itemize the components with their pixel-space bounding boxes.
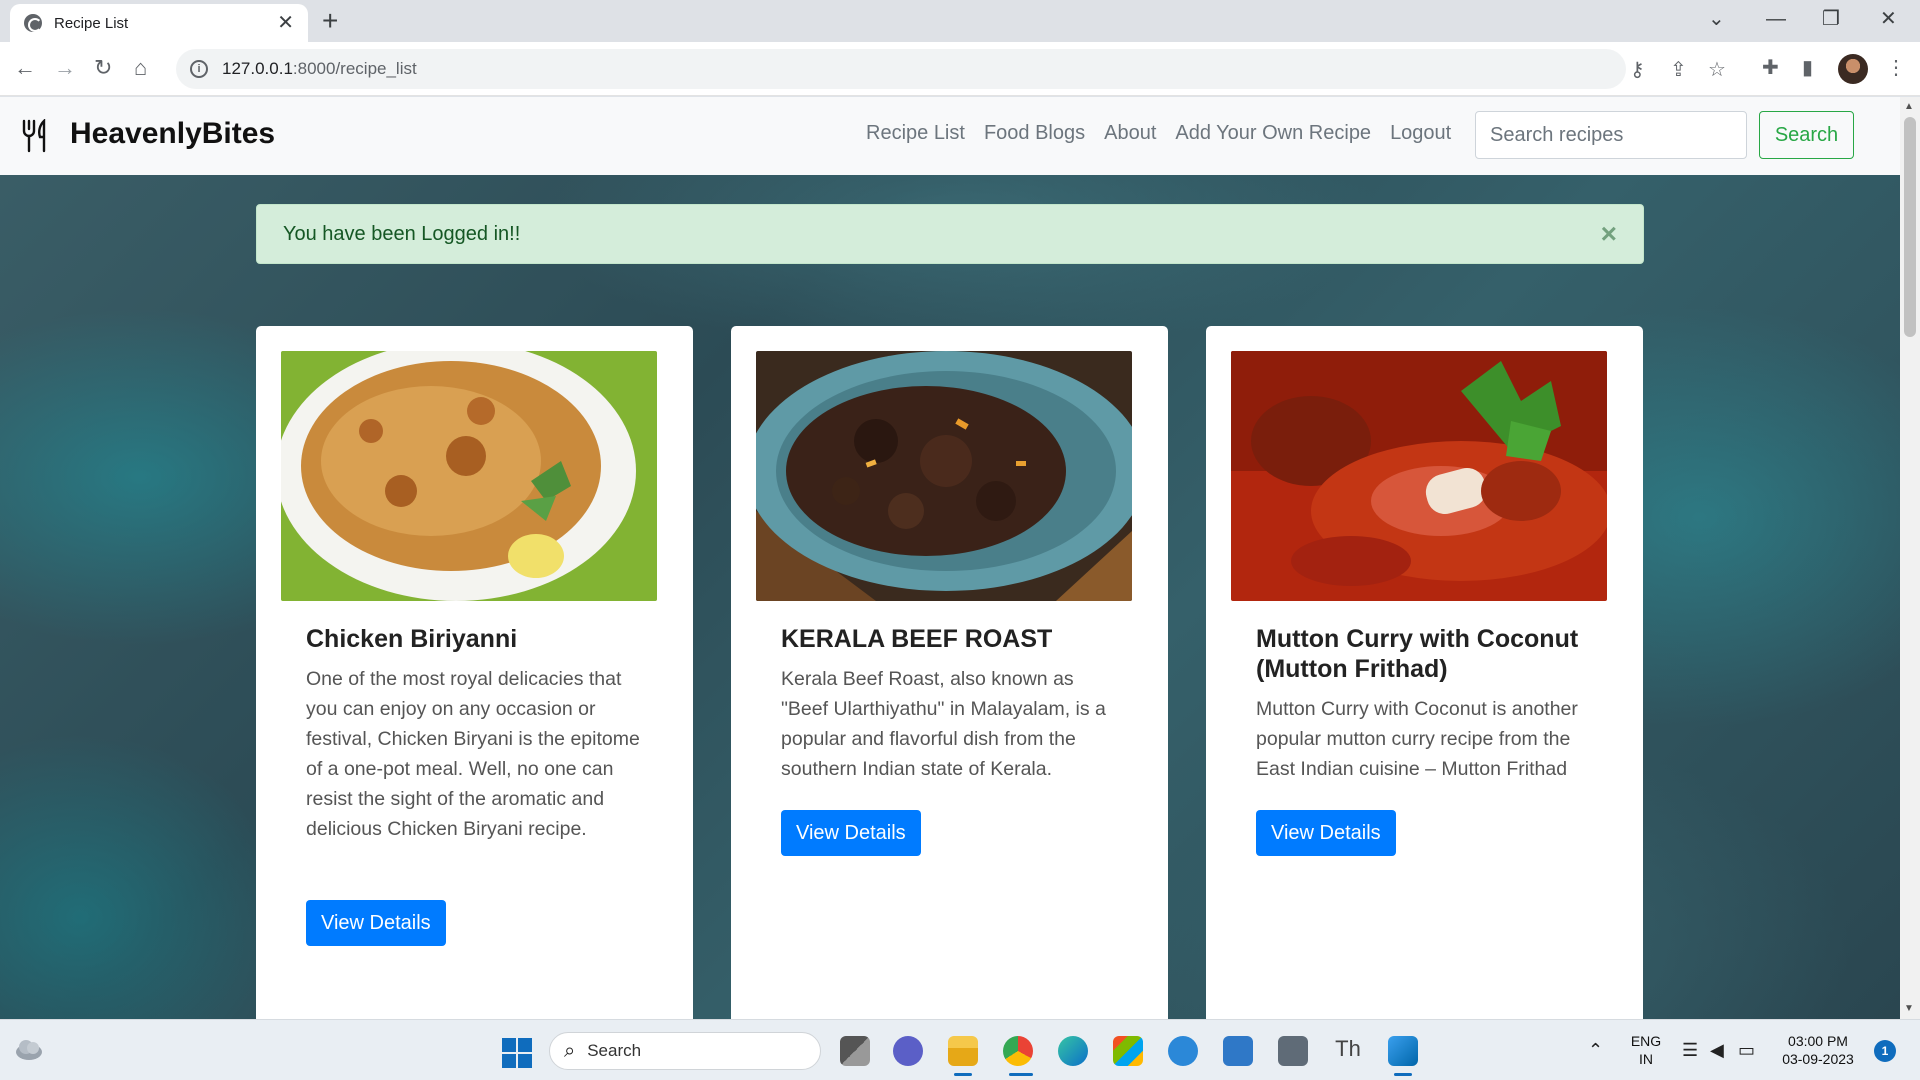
recipe-title[interactable]: Mutton Curry with Coconut (Mutton Fritha… (1256, 624, 1596, 684)
forward-button[interactable]: → (54, 54, 76, 82)
browser-tab[interactable]: Recipe List ✕ (10, 4, 308, 42)
tab-search-icon[interactable]: ⌄ (1708, 6, 1725, 32)
password-key-icon[interactable]: ⚷ (1630, 57, 1645, 82)
url-text: 127.0.0.1:8000/recipe_list (222, 59, 417, 78)
login-success-alert: You have been Logged in!! × (256, 204, 1644, 264)
address-bar[interactable]: i 127.0.0.1:8000/recipe_list ⚷ ⇪ ☆ (176, 49, 1726, 89)
alert-close-icon[interactable]: × (1601, 220, 1617, 248)
back-button[interactable]: ← (14, 54, 36, 82)
extensions-icon[interactable]: ✚ (1762, 55, 1779, 81)
recipe-card: Chicken Biriyanni One of the most royal … (256, 326, 693, 1019)
recipe-title[interactable]: KERALA BEEF ROAST (781, 624, 1121, 654)
reload-button[interactable]: ↻ (94, 54, 112, 82)
minimize-button[interactable]: — (1766, 6, 1786, 32)
recipe-description: Mutton Curry with Coconut is another pop… (1256, 698, 1578, 780)
tab-title: Recipe List (54, 14, 129, 32)
start-button[interactable] (502, 1038, 532, 1068)
notification-badge[interactable]: 1 (1874, 1040, 1896, 1062)
nav-logout[interactable]: Logout (1390, 122, 1451, 145)
scrollbar-thumb[interactable] (1904, 117, 1916, 337)
font-app-icon[interactable]: Th (1333, 1036, 1363, 1066)
task-view-icon[interactable] (840, 1036, 870, 1066)
close-tab-icon[interactable]: ✕ (277, 13, 294, 33)
volume-icon[interactable]: ◀ (1710, 1040, 1724, 1061)
wifi-icon[interactable]: ☰ (1682, 1040, 1698, 1061)
profile-avatar[interactable] (1838, 54, 1868, 84)
browser-tabstrip: Recipe List ✕ + ⌄ — ❐ ✕ (0, 0, 1920, 42)
nav-recipe-list[interactable]: Recipe List (866, 122, 965, 145)
view-details-button[interactable]: View Details (306, 900, 446, 946)
utensils-icon (22, 119, 46, 153)
view-details-button[interactable]: View Details (781, 810, 921, 856)
vscode-icon[interactable] (1388, 1036, 1418, 1066)
recipe-image-beef-roast (756, 351, 1132, 601)
bookmark-star-icon[interactable]: ☆ (1708, 57, 1726, 82)
browser-toolbar: ← → ↻ ⌂ i 127.0.0.1:8000/recipe_list ⚷ ⇪… (0, 42, 1920, 96)
recipe-card: KERALA BEEF ROAST Kerala Beef Roast, als… (731, 326, 1168, 1019)
nav-about[interactable]: About (1104, 122, 1156, 145)
side-panel-icon[interactable]: ▮ (1802, 55, 1813, 81)
chrome-icon[interactable] (1003, 1036, 1033, 1066)
language-indicator[interactable]: ENG IN (1630, 1032, 1662, 1068)
vscode-running-indicator (1394, 1073, 1412, 1076)
chrome-running-indicator (1009, 1073, 1033, 1076)
brand-name[interactable]: HeavenlyBites (70, 117, 275, 151)
nav-add-recipe[interactable]: Add Your Own Recipe (1175, 122, 1371, 145)
recipe-description: Kerala Beef Roast, also known as "Beef U… (781, 668, 1106, 780)
teams-chat-icon[interactable] (893, 1036, 923, 1066)
battery-icon[interactable]: ▭ (1738, 1040, 1755, 1061)
restore-button[interactable]: ❐ (1822, 6, 1840, 32)
file-explorer-icon[interactable] (948, 1036, 978, 1066)
python-icon[interactable] (1168, 1036, 1198, 1066)
explorer-running-indicator (954, 1073, 972, 1076)
recipe-search-input[interactable] (1475, 111, 1747, 159)
menu-icon[interactable]: ⋮ (1886, 55, 1906, 81)
scroll-up-arrow-icon[interactable]: ▲ (1904, 101, 1914, 112)
page-scrollbar[interactable]: ▲ ▼ (1900, 97, 1920, 1019)
store-icon[interactable] (1113, 1036, 1143, 1066)
nav-food-blogs[interactable]: Food Blogs (984, 122, 1085, 145)
nav-links: Recipe List Food Blogs About Add Your Ow… (866, 122, 1451, 145)
view-details-button[interactable]: View Details (1256, 810, 1396, 856)
taskbar-search[interactable]: ⌕ Search (549, 1032, 821, 1070)
windows-taskbar: ⌕ Search Th ⌃ ENG IN ☰ ◀ ▭ 03:00 PM 03-0… (0, 1019, 1920, 1080)
recipe-card: Mutton Curry with Coconut (Mutton Fritha… (1206, 326, 1643, 1019)
recipe-title[interactable]: Chicken Biriyanni (306, 624, 646, 654)
calculator-icon[interactable] (1278, 1036, 1308, 1066)
site-info-icon[interactable]: i (190, 60, 208, 78)
show-hidden-icons-icon[interactable]: ⌃ (1588, 1040, 1603, 1061)
globe-icon (24, 14, 42, 32)
notepad-icon[interactable] (1223, 1036, 1253, 1066)
weather-cloud-icon[interactable] (14, 1036, 44, 1062)
page-viewport: HeavenlyBites Recipe List Food Blogs Abo… (0, 97, 1900, 1019)
site-navbar: HeavenlyBites Recipe List Food Blogs Abo… (0, 97, 1900, 175)
share-icon[interactable]: ⇪ (1670, 57, 1687, 82)
home-button[interactable]: ⌂ (134, 54, 147, 82)
recipe-image-chicken-biryani (281, 351, 657, 601)
search-icon: ⌕ (564, 1039, 576, 1062)
system-clock[interactable]: 03:00 PM 03-09-2023 (1778, 1032, 1858, 1068)
scroll-down-arrow-icon[interactable]: ▼ (1904, 1003, 1914, 1014)
recipe-image-mutton-curry (1231, 351, 1607, 601)
edge-icon[interactable] (1058, 1036, 1088, 1066)
close-window-button[interactable]: ✕ (1880, 6, 1897, 32)
new-tab-button[interactable]: + (322, 6, 338, 36)
alert-message: You have been Logged in!! (283, 222, 521, 245)
search-button[interactable]: Search (1759, 111, 1854, 159)
recipe-description: One of the most royal delicacies that yo… (306, 668, 640, 840)
taskbar-search-label: Search (587, 1041, 642, 1060)
